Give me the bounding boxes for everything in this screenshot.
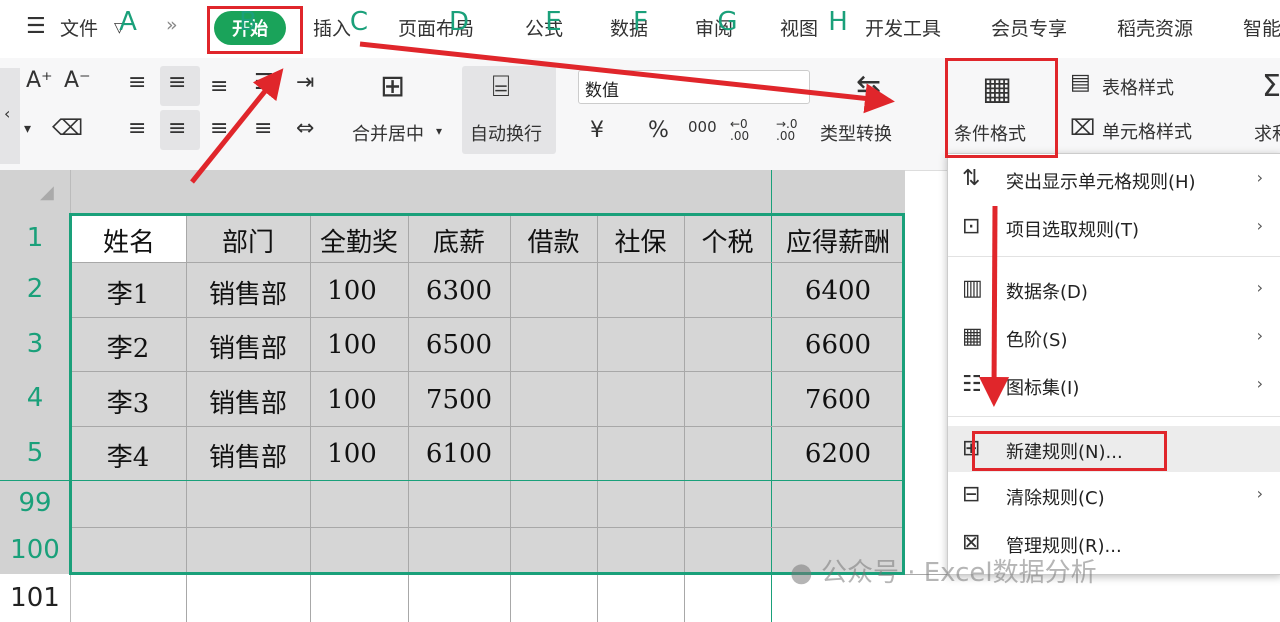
arrow-to-alignment bbox=[190, 68, 284, 184]
arrow-to-new-rule bbox=[979, 205, 1010, 407]
annotation-arrows bbox=[190, 41, 1010, 407]
arrow-to-conditional-format bbox=[359, 41, 895, 114]
